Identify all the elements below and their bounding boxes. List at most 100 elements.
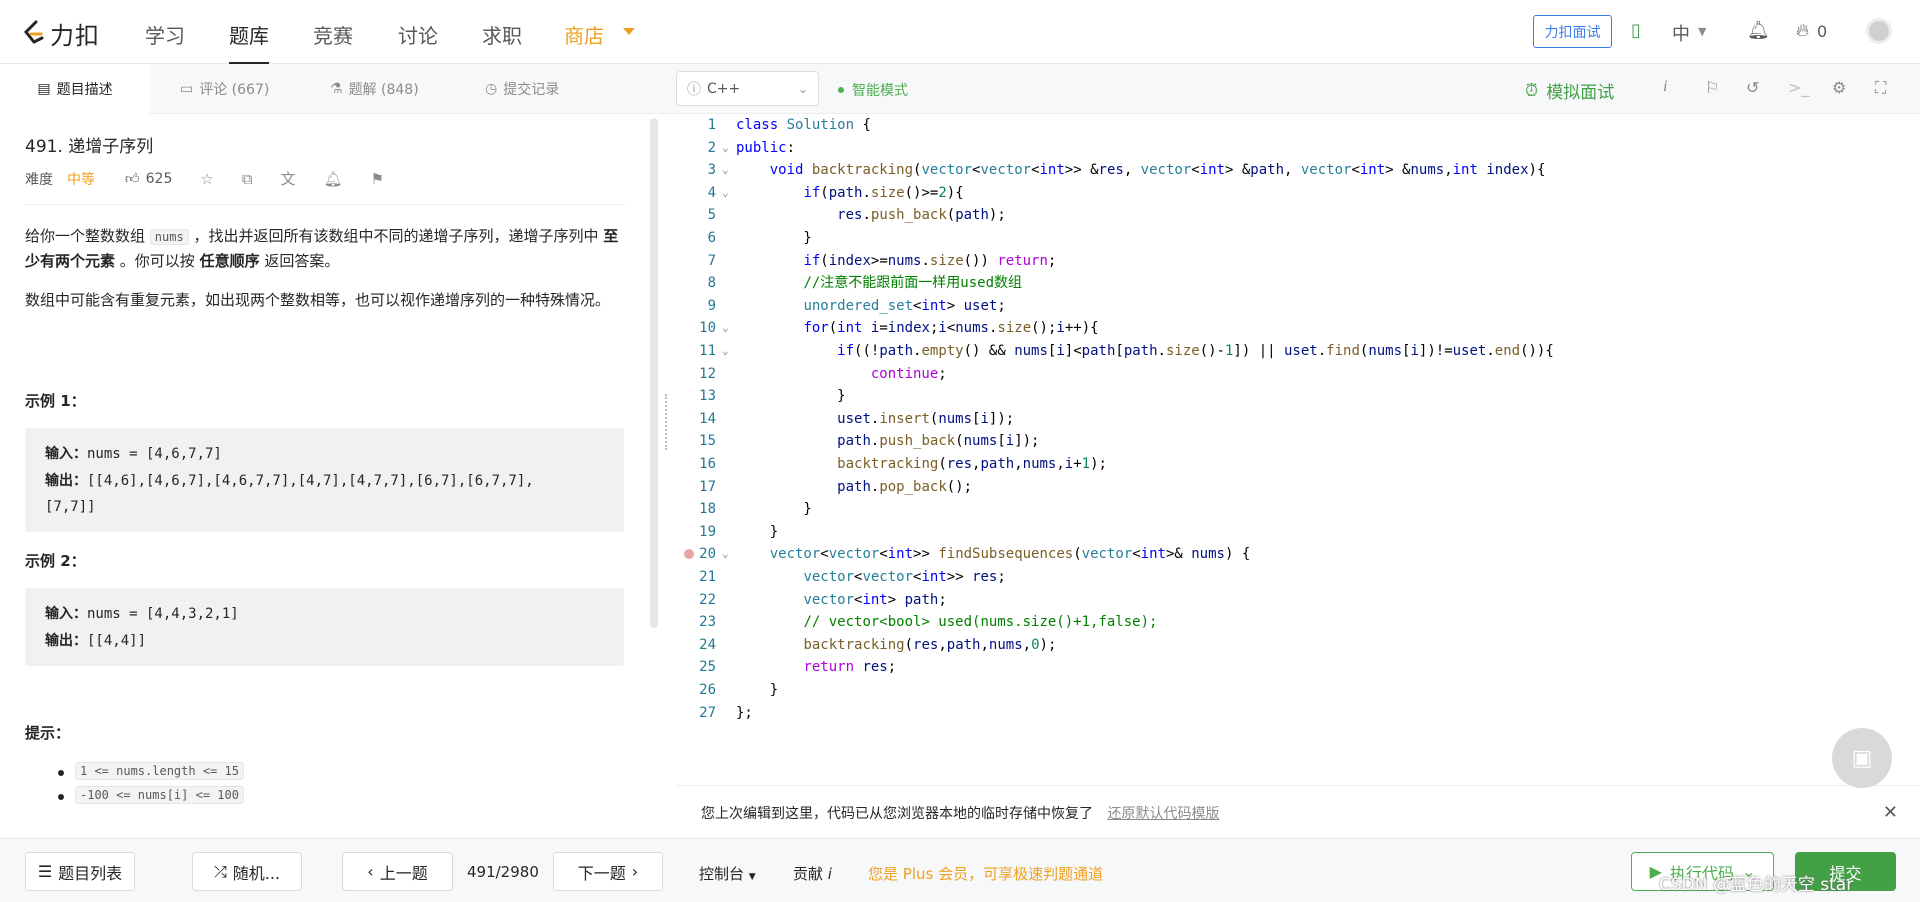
fullscreen-icon[interactable]: ⛶ [1875,78,1886,98]
prev-problem-button[interactable]: ‹ 上一题 [342,852,453,891]
reset-icon[interactable]: ↺ [1746,78,1759,97]
bell-icon[interactable]: 🔔︎ [324,170,343,188]
terminal-icon[interactable]: >_ [1788,78,1809,97]
tab-description[interactable]: ▤ 题目描述 [0,64,150,114]
code-line[interactable]: 13 } [676,385,1896,408]
fold-chevron-icon[interactable]: ⌄ [722,543,729,566]
top-navigation: 力扣 学习 题库 竞赛 讨论 求职 商店 力扣面试 ▯ 中 ▼ 🔔︎ 🔥︎ 0 [0,0,1920,64]
code-text: void backtracking(vector<vector<int>> &r… [769,162,1546,179]
problem-meta: 难度 中等 👍︎ 625 ☆ ⧉ 文 🔔︎ ⚑ [25,168,384,189]
problem-note: 数组中可能含有重复元素，如出现两个整数相等，也可以视作递增序列的一种特殊情况。 [25,291,611,309]
mobile-icon[interactable]: ▯ [1631,20,1641,41]
list-icon: ☰ [37,862,53,881]
code-line[interactable]: 27}; [676,702,1896,725]
code-line[interactable]: 24 backtracking(res,path,nums,0); [676,634,1896,657]
code-line[interactable]: 17 path.pop_back(); [676,476,1896,499]
star-icon[interactable]: ☆ [200,170,213,188]
code-line[interactable]: 3 ⌄ void backtracking(vector<vector<int>>… [676,159,1896,182]
avatar[interactable] [1866,18,1892,44]
restore-notice: 您上次编辑到这里，代码已从您浏览器本地的临时存储中恢复了 还原默认代码模版 ✕ [676,785,1920,838]
bell-icon[interactable]: 🔔︎ [1747,20,1770,41]
info-italic-icon[interactable]: i [1663,78,1667,96]
nav-jobs[interactable]: 求职 [482,20,522,64]
line-number: 22 [699,591,716,608]
line-number: 7 [707,252,716,269]
smart-mode-toggle[interactable]: 智能模式 [838,80,908,100]
nav-contest[interactable]: 竞赛 [313,20,353,64]
panel-splitter[interactable] [660,114,676,838]
example-output: [[4,4]] [87,633,147,649]
code-line[interactable]: 2 ⌄ public: [676,137,1896,160]
code-line[interactable]: 22 vector<int> path; [676,589,1896,612]
tab-submissions[interactable]: ◷ 提交记录 [485,64,559,114]
interview-button[interactable]: 力扣面试 [1533,15,1612,48]
code-editor[interactable]: 1 class Solution {2 ⌄ public: 3 ⌄ void backtr… [676,114,1920,784]
leetcode-logo-icon [23,20,44,44]
nav-learn[interactable]: 学习 [145,20,185,64]
code-line[interactable]: 9 unordered_set<int> uset; [676,295,1896,318]
fold-chevron-icon[interactable]: ⌄ [722,159,729,182]
code-line[interactable]: 20 ⌄ vector<vector<int>> findSubsequences… [676,543,1896,566]
example-2-title: 示例 2： [25,552,86,570]
chevron-down-icon[interactable]: ▼ [1698,25,1706,38]
tab-solutions[interactable]: ⚗ 题解 (848) [330,64,419,114]
line-number: 18 [699,501,716,518]
grip-handle[interactable] [665,394,667,450]
editor-toolbar: ⓘ C++ ⌄ 智能模式 ⏰︎ 模拟面试 i ⚐ ↺ >_ ⚙ ⛶ [660,64,1920,114]
code-line[interactable]: 10 ⌄ for(int i=index;i<nums.size();i++){ [676,317,1896,340]
console-toggle[interactable]: 控制台 ▼ [699,863,756,884]
notes-fab-button[interactable]: ▣ [1832,728,1892,788]
code-line[interactable]: 23 // vector<bool> used(nums.size()+1,fa… [676,611,1896,634]
store-dropdown-icon[interactable] [623,28,635,35]
problem-list-label: 题目列表 [58,863,123,883]
flag-icon[interactable]: ⚐ [1705,78,1719,97]
bullet [58,770,64,776]
fold-chevron-icon[interactable]: ⌄ [722,340,729,363]
leetcode-logo[interactable]: 力扣 [22,18,100,50]
code-text: } [736,523,779,540]
code-text: uset.insert(nums[i]); [837,410,1015,427]
random-button[interactable]: ⤮ 随机... [192,852,302,891]
tab-comments[interactable]: ▭ 评论 (667) [180,64,269,114]
language-select[interactable]: ⓘ C++ ⌄ [676,71,819,106]
mock-interview-button[interactable]: ⏰︎ 模拟面试 [1525,78,1614,104]
code-line[interactable]: 14 uset.insert(nums[i]); [676,408,1896,431]
nav-discuss[interactable]: 讨论 [398,20,438,64]
scrollbar[interactable] [650,118,658,628]
code-line[interactable]: 7 if(index>=nums.size()) return; [676,250,1896,273]
restore-default-link[interactable]: 还原默认代码模版 [1107,806,1219,822]
code-line[interactable]: 18 } [676,498,1896,521]
code-line[interactable]: 11 ⌄ if((!path.empty() && nums[i]<path[pa… [676,340,1896,363]
code-line[interactable]: 19 } [676,521,1896,544]
fold-chevron-icon[interactable]: ⌄ [722,317,729,340]
code-line[interactable]: 8 //注意不能跟前面一样用used数组 [676,272,1896,295]
fold-chevron-icon[interactable]: ⌄ [722,137,729,160]
fire-icon[interactable]: 🔥︎ [1796,20,1809,41]
language-switch[interactable]: 中 [1672,20,1690,46]
contribute-button[interactable]: 贡献 i [793,863,832,884]
code-line[interactable]: 21 vector<vector<int>> res; [676,566,1896,589]
nav-problemset[interactable]: 题库 [229,20,269,64]
line-number: 5 [707,207,716,224]
code-line[interactable]: 1 class Solution { [676,114,1896,137]
problem-list-button[interactable]: ☰ 题目列表 [25,852,135,891]
hints-title: 提示： [25,724,71,742]
nav-store[interactable]: 商店 [564,20,604,64]
desc-text: 。你可以按 [119,252,195,270]
feedback-icon[interactable]: ⚑ [371,170,384,188]
code-line[interactable]: 16 backtracking(res,path,nums,i+1); [676,453,1896,476]
thumbs-up-icon[interactable]: 👍︎ [125,170,140,187]
settings-icon[interactable]: ⚙ [1832,78,1846,97]
code-line[interactable]: 26 } [676,679,1896,702]
share-icon[interactable]: ⧉ [242,170,253,188]
code-line[interactable]: 5 res.push_back(path); [676,204,1896,227]
code-line[interactable]: 12 continue; [676,363,1896,386]
code-line[interactable]: 25 return res; [676,656,1896,679]
code-line[interactable]: 4 ⌄ if(path.size()>=2){ [676,182,1896,205]
close-icon[interactable]: ✕ [1883,802,1898,823]
translate-icon[interactable]: 文 [281,168,296,189]
code-line[interactable]: 6 } [676,227,1896,250]
code-line[interactable]: 15 path.push_back(nums[i]); [676,430,1896,453]
next-problem-button[interactable]: 下一题 › [553,852,663,891]
fold-chevron-icon[interactable]: ⌄ [722,182,729,205]
